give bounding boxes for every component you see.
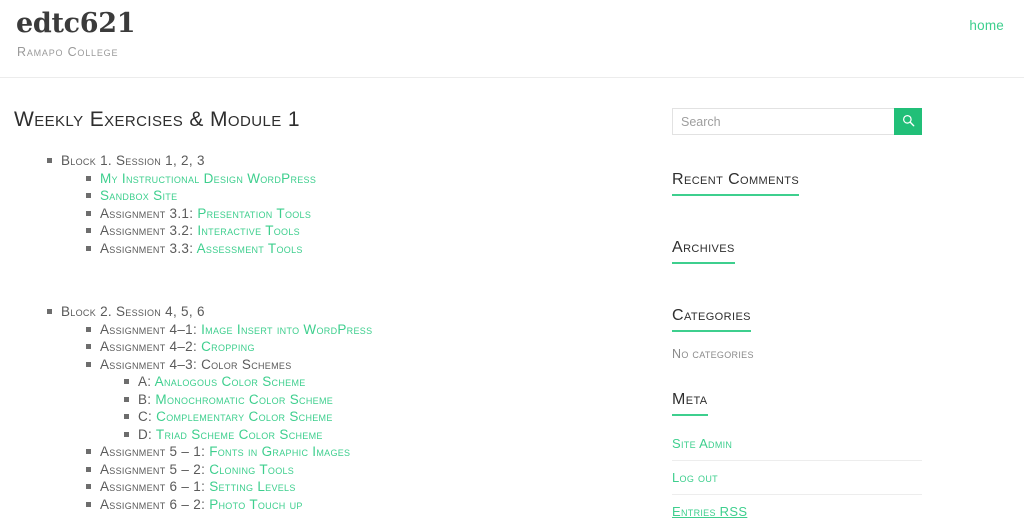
list-item: Entries RSS xyxy=(672,494,922,528)
outline-item-prefix: Assignment 3.3: xyxy=(100,240,197,256)
widget-link[interactable]: Entries RSS xyxy=(672,504,747,519)
sidebar-widget: Recent Comments xyxy=(672,171,924,203)
outline-item-prefix: A: xyxy=(138,374,155,389)
outline-link-item[interactable]: Assignment 3.2: Interactive Tools xyxy=(86,222,644,239)
list-item: Log out xyxy=(672,460,922,494)
site-header: edtc621 Ramapo College home xyxy=(0,0,1024,78)
outline-block-heading: Block 1. Session 1, 2, 3 xyxy=(47,152,644,169)
outline-item-prefix: Assignment 6 – 2: xyxy=(100,496,210,512)
outline-item-link[interactable]: Fonts in Graphic Images xyxy=(209,444,350,459)
outline-item-prefix: C: xyxy=(138,409,157,424)
outline-item-prefix: B: xyxy=(138,391,156,407)
widget-title: Categories xyxy=(672,307,751,332)
sidebar-widget: Archives xyxy=(672,239,924,271)
page-body: Weekly Exercises & Module 1 Block 1. Ses… xyxy=(0,78,1024,529)
outline-link-item[interactable]: D: Triad Scheme Color Scheme xyxy=(124,426,644,443)
widget-link-list: Site Admin Log out Entries RSS xyxy=(672,429,922,528)
list-item: Site Admin xyxy=(672,429,922,460)
outline-item-link[interactable]: Cloning Tools xyxy=(209,462,294,477)
outline-item-link[interactable]: Triad Scheme Color Scheme xyxy=(156,427,323,442)
search-submit-button[interactable] xyxy=(894,108,922,135)
main-content: Weekly Exercises & Module 1 Block 1. Ses… xyxy=(14,108,644,529)
outline-text-item: Assignment 4–3: Color Schemes xyxy=(86,356,644,373)
widget-title: Archives xyxy=(672,239,735,264)
outline-item-link[interactable]: Setting Levels xyxy=(209,479,295,494)
outline-block-spacer xyxy=(14,513,644,529)
outline-link-item[interactable]: B: Monochromatic Color Scheme xyxy=(124,391,644,408)
widget-empty-text: No categories xyxy=(672,347,754,361)
widget-title: Meta xyxy=(672,391,708,416)
outline-item-link[interactable]: Presentation Tools xyxy=(197,206,311,221)
outline-link-item[interactable]: Assignment 6 – 1: Setting Levels xyxy=(86,478,644,495)
outline-item-link[interactable]: Monochromatic Color Scheme xyxy=(155,392,333,407)
outline-link-item[interactable]: My Instructional Design WordPress xyxy=(86,170,644,187)
outline-link-item[interactable]: Assignment 3.3: Assessment Tools xyxy=(86,240,644,257)
outline-item-prefix: Assignment 5 – 1: xyxy=(100,444,210,459)
outline-link-item[interactable]: Assignment 4–2: Cropping xyxy=(86,338,644,355)
outline-link-item[interactable]: Assignment 6 – 2: Photo Touch up xyxy=(86,496,644,513)
outline-item-link[interactable]: Photo Touch up xyxy=(209,497,303,512)
outline-link-item[interactable]: C: Complementary Color Scheme xyxy=(124,408,644,425)
outline-link-item[interactable]: Assignment 5 – 1: Fonts in Graphic Image… xyxy=(86,443,644,460)
outline-link-item[interactable]: Assignment 3.1: Presentation Tools xyxy=(86,205,644,222)
search-input[interactable] xyxy=(672,108,894,135)
outline-item-link[interactable]: Cropping xyxy=(201,339,255,354)
sidebar-widgets: Recent Comments Archives Categories No cate… xyxy=(672,171,924,528)
sidebar-widget: Categories No categories xyxy=(672,307,924,361)
page-title: Weekly Exercises & Module 1 xyxy=(14,108,300,131)
widget-body: Site Admin Log out Entries RSS xyxy=(672,429,924,528)
site-title[interactable]: edtc621 xyxy=(16,8,136,39)
outline-link-item[interactable]: A: Analogous Color Scheme xyxy=(124,373,644,390)
outline-link-item[interactable]: Assignment 5 – 2: Cloning Tools xyxy=(86,461,644,478)
nav-item-home[interactable]: home xyxy=(969,18,1004,33)
search-form xyxy=(672,108,922,135)
outline-item-link[interactable]: Assessment Tools xyxy=(197,241,303,256)
outline-item-prefix: Assignment 4–1: xyxy=(100,321,202,337)
outline-link-item[interactable]: Assignment 4–1: Image Insert into WordPr… xyxy=(86,321,644,338)
outline-item-prefix: Assignment 5 – 2: xyxy=(100,461,210,477)
outline-item-prefix: Assignment 4–3: Color Schemes xyxy=(100,356,292,372)
widget-link[interactable]: Log out xyxy=(672,470,718,485)
sidebar: Recent Comments Archives Categories No cate… xyxy=(672,108,924,529)
outline-item-link[interactable]: Sandbox Site xyxy=(100,188,177,203)
widget-title: Recent Comments xyxy=(672,171,800,196)
sidebar-widget: Meta Site Admin Log out Entries RSS xyxy=(672,391,924,528)
outline-item-link[interactable]: My Instructional Design WordPress xyxy=(100,171,316,186)
outline-item-prefix: Assignment 6 – 1: xyxy=(100,479,210,494)
search-icon xyxy=(902,114,915,130)
outline-item-link[interactable]: Analogous Color Scheme xyxy=(155,374,306,389)
outline-item-link[interactable]: Image Insert into WordPress xyxy=(201,322,372,337)
outline-item-link[interactable]: Interactive Tools xyxy=(197,223,300,238)
outline-item-prefix: Assignment 3.2: xyxy=(100,223,198,238)
outline-block-heading: Block 2. Session 4, 5, 6 xyxy=(47,303,644,320)
site-branding: edtc621 Ramapo College xyxy=(16,8,136,60)
widget-link[interactable]: Site Admin xyxy=(672,436,732,451)
primary-navigation: home xyxy=(969,17,1004,35)
site-tagline: Ramapo College xyxy=(17,45,119,60)
outline-item-prefix: Assignment 3.1: xyxy=(100,205,198,221)
outline-item-prefix: Assignment 4–2: xyxy=(100,339,202,354)
exercise-outline: Block 1. Session 1, 2, 3 My Instructional… xyxy=(14,152,644,529)
outline-item-prefix: D: xyxy=(138,426,156,442)
widget-body: No categories xyxy=(672,347,924,361)
outline-block-spacer xyxy=(14,257,644,303)
outline-item-link[interactable]: Complementary Color Scheme xyxy=(156,409,333,424)
outline-link-item[interactable]: Sandbox Site xyxy=(86,187,644,204)
